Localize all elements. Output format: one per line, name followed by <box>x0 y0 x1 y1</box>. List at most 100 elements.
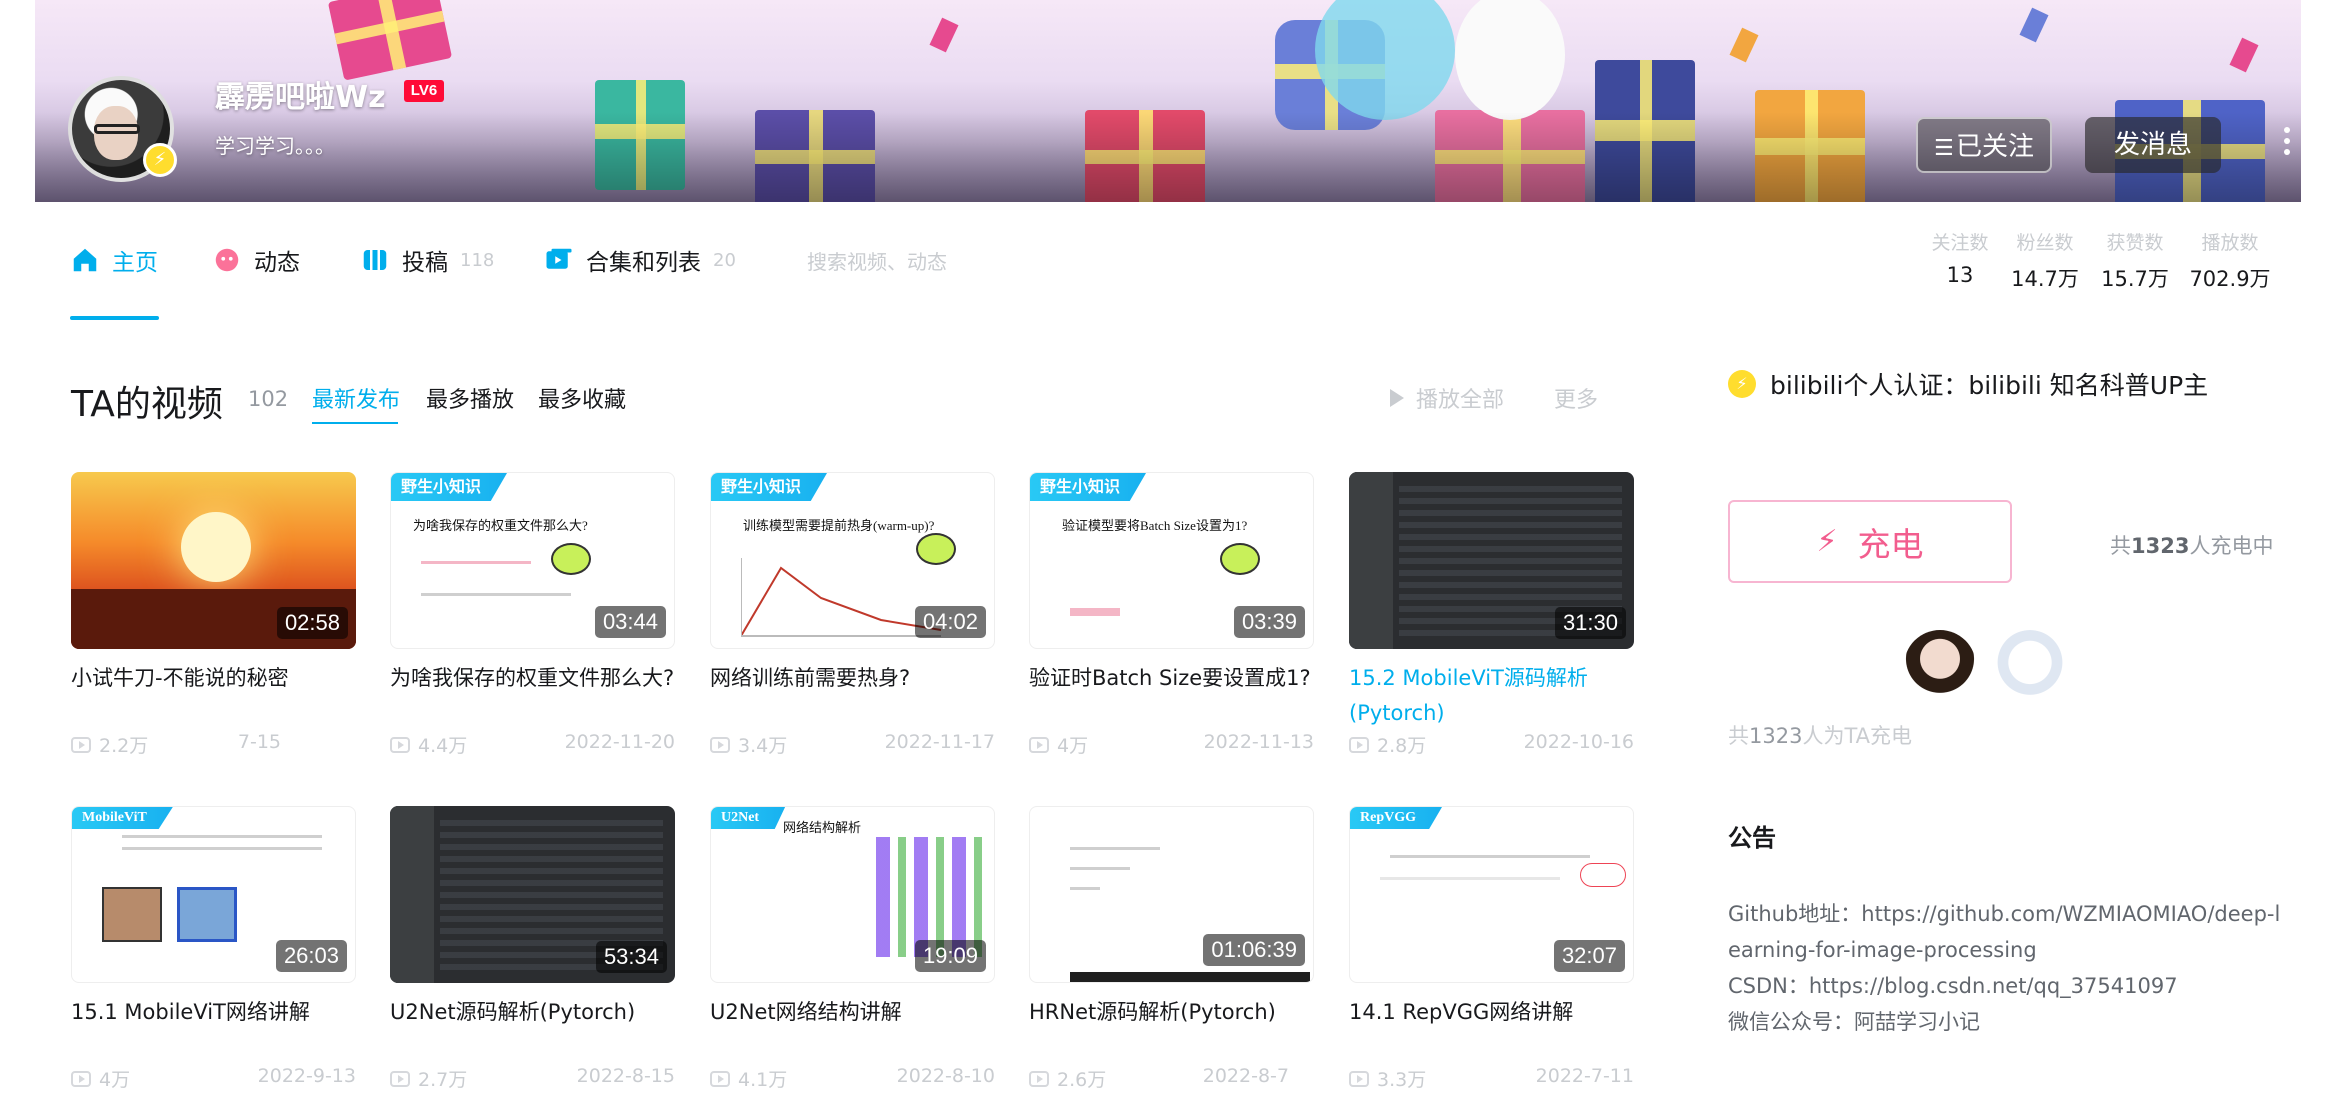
video-duration: 19:09 <box>914 940 986 972</box>
video-thumbnail[interactable]: 31:30 <box>1349 472 1634 649</box>
charger-avatar[interactable] <box>1994 630 2066 702</box>
tab-uploads[interactable]: 投稿 118 <box>360 240 494 280</box>
ide-sidebar <box>1349 472 1393 649</box>
menu-icon: ☰ <box>1933 136 1954 161</box>
certification-text: bilibili个人认证：bilibili 知名科普UP主 <box>1770 371 2209 400</box>
sort-active-indicator <box>312 422 398 424</box>
more-options-icon[interactable] <box>2280 124 2294 164</box>
video-thumbnail[interactable]: 野生小知识 验证模型要将Batch Size设置为1? 03:39 <box>1029 472 1314 649</box>
video-views: 2.6万 <box>1029 1065 1106 1092</box>
views-value: 4.4万 <box>418 735 468 757</box>
more-videos-link[interactable]: 更多 <box>1554 382 1598 414</box>
tab-home[interactable]: 主页 <box>70 240 158 280</box>
play-count-icon <box>390 736 410 753</box>
video-date: 2022-10-16 <box>1523 731 1634 753</box>
play-count-icon <box>71 736 91 753</box>
video-card: 野生小知识 训练模型需要提前热身(warm-up)? 04:02 网络训练前需要… <box>710 472 995 761</box>
thumb-caption: 为啥我保存的权重文件那么大? <box>413 518 588 533</box>
views-value: 3.4万 <box>738 735 788 757</box>
video-thumbnail[interactable]: 野生小知识 为啥我保存的权重文件那么大? 03:44 <box>390 472 675 649</box>
video-meta: 3.4万 2022-11-17 <box>710 731 995 761</box>
stat-likes: 获赞数 15.7万 <box>2100 228 2170 293</box>
views-value: 3.3万 <box>1377 1069 1427 1091</box>
video-card: RepVGG 32:07 14.1 RepVGG网络讲解 3.3万 2022-7… <box>1349 806 1634 1095</box>
video-duration: 32:07 <box>1553 940 1625 972</box>
video-duration: 53:34 <box>595 941 667 973</box>
thumb-ribbon: 野生小知识 <box>711 473 828 501</box>
send-message-button[interactable]: 发消息 <box>2085 117 2221 173</box>
video-views: 4万 <box>71 1065 130 1092</box>
views-value: 2.6万 <box>1057 1069 1107 1091</box>
video-date: 2022-11-13 <box>1203 731 1314 753</box>
video-title[interactable]: 网络训练前需要热身? <box>710 661 995 731</box>
thumb-line <box>1070 608 1120 616</box>
sort-latest[interactable]: 最新发布 <box>312 382 400 414</box>
sort-most-favorited[interactable]: 最多收藏 <box>538 382 626 414</box>
sort-most-played[interactable]: 最多播放 <box>426 382 514 414</box>
video-meta: 4万 2022-9-13 <box>71 1065 356 1095</box>
frog-mascot-icon <box>551 543 591 575</box>
video-title[interactable]: 小试牛刀-不能说的秘密 <box>71 661 356 731</box>
thumb-line <box>1380 877 1560 880</box>
ide-sidebar <box>390 806 434 983</box>
video-title[interactable]: 14.1 RepVGG网络讲解 <box>1349 995 1634 1065</box>
video-duration: 02:58 <box>276 607 348 639</box>
space-search-input[interactable]: 搜索视频、动态 <box>807 240 997 280</box>
video-thumbnail[interactable]: 53:34 <box>390 806 675 983</box>
highlight-circle <box>1580 863 1626 887</box>
video-card: 野生小知识 为啥我保存的权重文件那么大? 03:44 为啥我保存的权重文件那么大… <box>390 472 675 761</box>
video-thumbnail[interactable]: U2Net 网络结构解析 19:09 <box>710 806 995 983</box>
video-thumbnail[interactable]: 01:06:39 <box>1029 806 1314 983</box>
notice-title: 公告 <box>1728 824 1776 852</box>
figure-image <box>102 887 162 942</box>
thumb-line <box>1070 867 1130 870</box>
video-meta: 4万 2022-11-13 <box>1029 731 1314 761</box>
stat-label: 播放数 <box>2201 232 2259 254</box>
video-thumbnail[interactable]: 02:58 <box>71 472 356 649</box>
play-all-button[interactable]: 播放全部 <box>1390 382 1504 414</box>
views-value: 2.7万 <box>418 1069 468 1091</box>
video-title[interactable]: 验证时Batch Size要设置成1? <box>1029 661 1314 731</box>
video-title[interactable]: 为啥我保存的权重文件那么大? <box>390 661 675 731</box>
video-views: 2.7万 <box>390 1065 467 1092</box>
character-decoration <box>1455 0 1565 120</box>
user-signature: 学习学习。。。 <box>215 134 335 158</box>
video-views: 2.2万 <box>71 731 148 758</box>
video-title[interactable]: U2Net网络结构讲解 <box>710 995 995 1065</box>
charge-button[interactable]: ⚡ 充电 <box>1728 500 2012 583</box>
video-meta: 2.6万 2022-8-7 <box>1029 1065 1314 1095</box>
thumb-ribbon: 野生小知识 <box>391 473 508 501</box>
video-duration: 31:30 <box>1554 607 1626 639</box>
stat-label: 关注数 <box>1931 232 1989 254</box>
followed-button[interactable]: ☰已关注 <box>1916 117 2052 173</box>
video-title[interactable]: U2Net源码解析(Pytorch) <box>390 995 675 1065</box>
notice-line: 微信公众号：阿喆学习小记 <box>1728 1010 1980 1034</box>
play-count-icon <box>390 1070 410 1087</box>
video-date: 2022-11-20 <box>564 731 675 753</box>
video-title[interactable]: 15.2 MobileViT源码解析(Pytorch) <box>1349 661 1634 731</box>
confetti-decoration <box>2019 7 2049 43</box>
verified-badge-icon: ⚡ <box>143 143 177 177</box>
video-thumbnail[interactable]: RepVGG 32:07 <box>1349 806 1634 983</box>
charger-avatar[interactable] <box>1904 630 1976 702</box>
video-title[interactable]: HRNet源码解析(Pytorch) <box>1029 995 1314 1065</box>
thumb-line <box>1390 855 1590 858</box>
thumb-line <box>1070 887 1100 890</box>
video-views: 4.4万 <box>390 731 467 758</box>
video-views: 4万 <box>1029 731 1088 758</box>
certification: ⚡ bilibili个人认证：bilibili 知名科普UP主 <box>1728 366 2208 402</box>
video-thumbnail[interactable]: MobileViT 26:03 <box>71 806 356 983</box>
stat-followers[interactable]: 粉丝数 14.7万 <box>2010 228 2080 293</box>
charge-summary[interactable]: 共1323人为TA充电 <box>1728 720 1912 750</box>
video-duration: 04:02 <box>914 606 986 638</box>
gift-decoration <box>327 0 453 81</box>
video-duration: 26:03 <box>275 940 347 972</box>
stat-following[interactable]: 关注数 13 <box>1930 228 1990 287</box>
tab-dynamics[interactable]: 动态 <box>212 240 300 280</box>
video-title[interactable]: 15.1 MobileViT网络讲解 <box>71 995 356 1065</box>
level-badge: LV6 <box>404 80 444 102</box>
tab-collections-count: 20 <box>713 249 736 271</box>
video-thumbnail[interactable]: 野生小知识 训练模型需要提前热身(warm-up)? 04:02 <box>710 472 995 649</box>
video-date: 2022-8-10 <box>896 1065 995 1087</box>
tab-collections[interactable]: 合集和列表 20 <box>544 240 736 280</box>
